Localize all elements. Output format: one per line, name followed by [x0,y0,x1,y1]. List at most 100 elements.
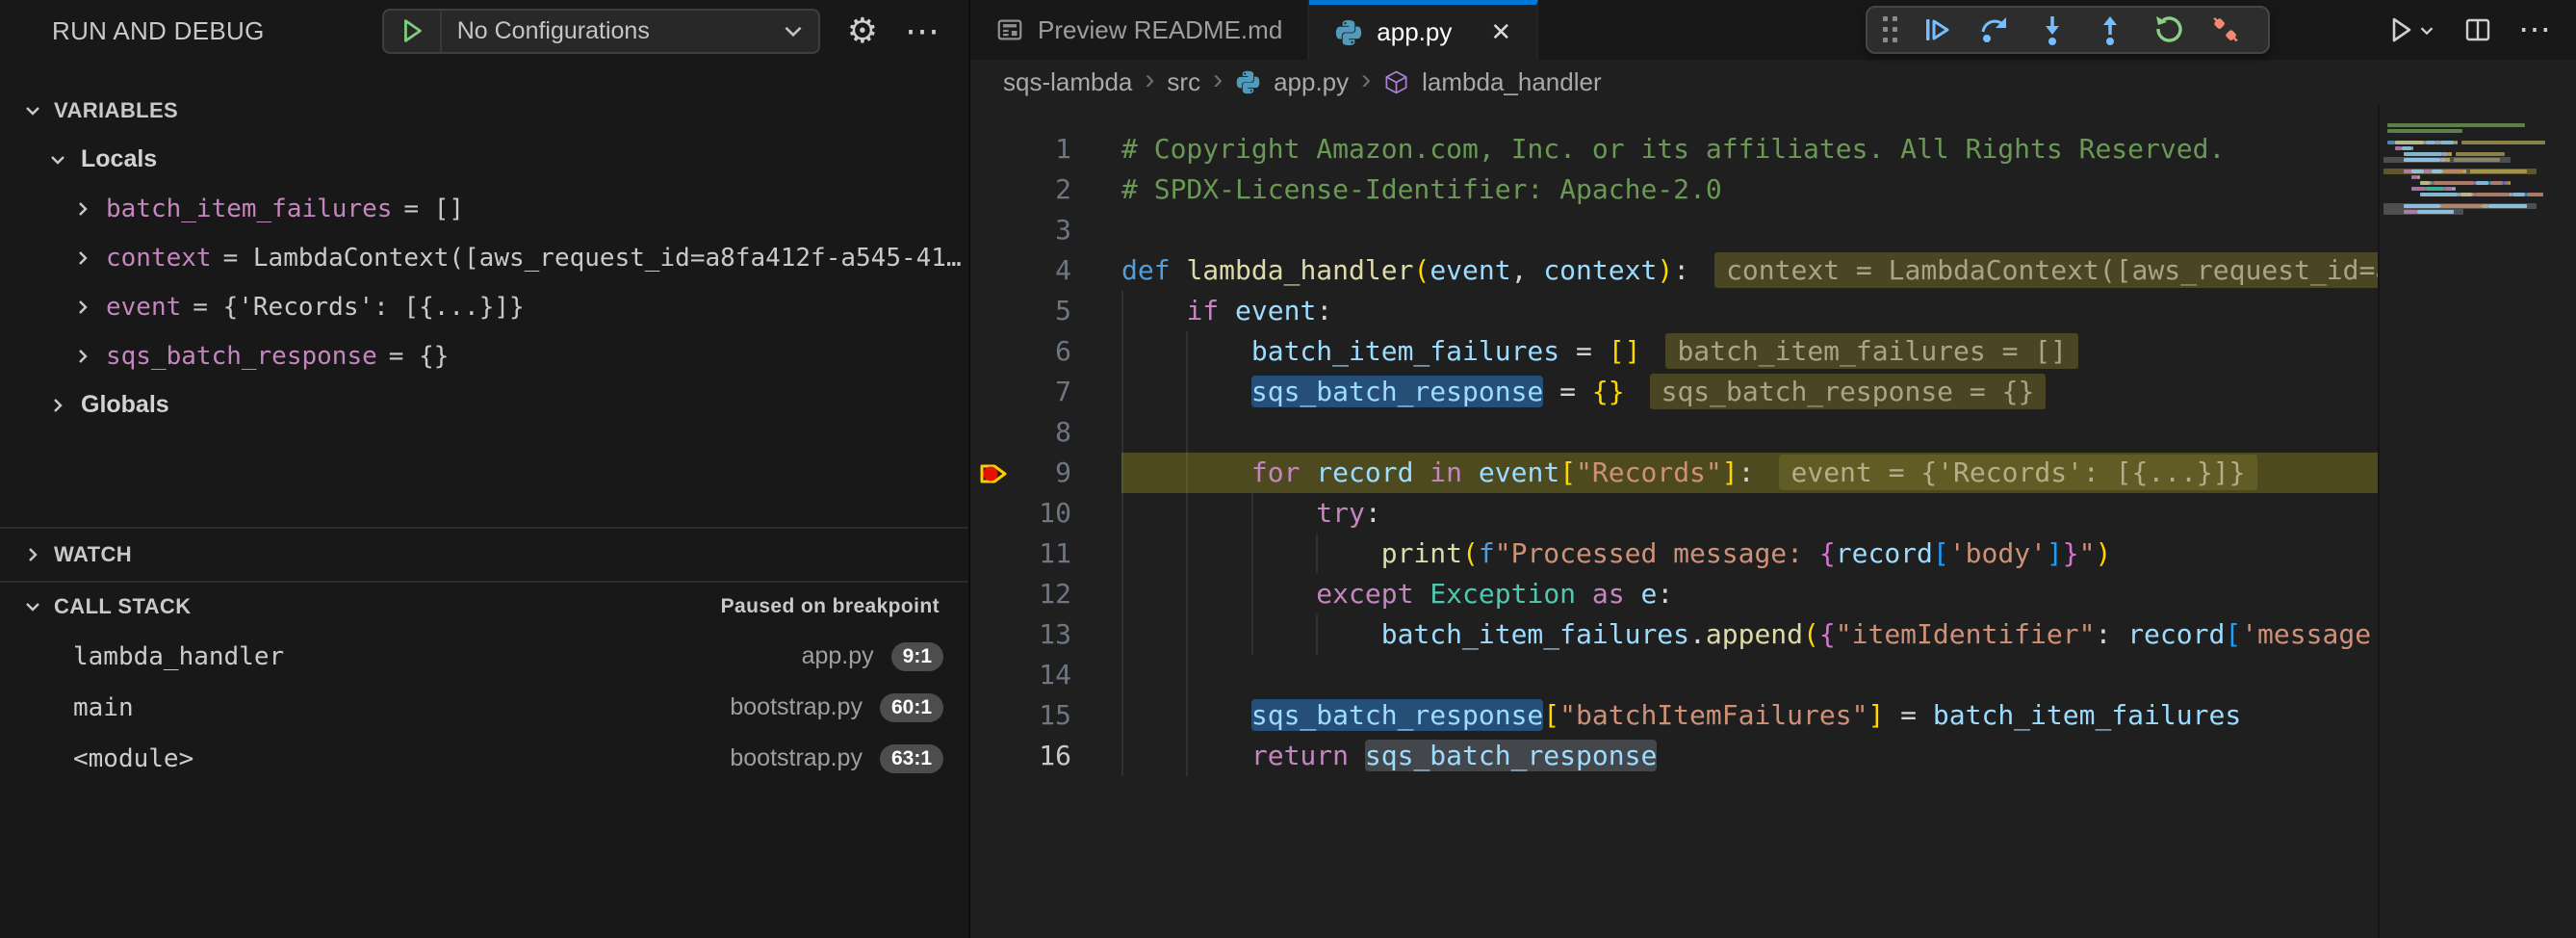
step-over-button[interactable] [1966,8,2023,52]
code-line[interactable]: batch_item_failures = []batch_item_failu… [1121,331,2576,372]
code-token: : [1365,497,1381,529]
code-line[interactable]: # Copyright Amazon.com, Inc. or its affi… [1121,129,2576,169]
gear-icon[interactable]: ⚙ [847,13,878,48]
code-line[interactable]: print(f"Processed message: {record['body… [1121,534,2576,574]
variable-row[interactable]: batch_item_failures= [] [0,184,968,233]
code-line[interactable]: except Exception as e: [1121,574,2576,614]
watch-header[interactable]: WATCH [0,531,968,579]
code-line[interactable] [1121,210,2576,250]
code-token: append [1706,618,1803,650]
frame-file: bootstrap.py [730,693,863,721]
code-line[interactable]: # SPDX-License-Identifier: Apache-2.0 [1121,169,2576,210]
line-number[interactable]: 9 [970,453,1121,493]
variables-header[interactable]: VARIABLES [0,87,968,135]
line-number[interactable]: 10 [970,493,1121,534]
code-token: 'message [2241,618,2371,650]
restart-button[interactable] [2139,8,2197,52]
run-python-file-button[interactable] [2378,14,2445,45]
call-stack-frame[interactable]: lambda_handlerapp.py9:1 [0,631,968,682]
more-actions-icon[interactable]: ⋯ [905,13,940,48]
call-stack-frame[interactable]: mainbootstrap.py60:1 [0,682,968,733]
locals-scope-row[interactable]: Locals [0,135,968,184]
code-line[interactable]: batch_item_failures.append({"itemIdentif… [1121,614,2576,655]
line-number[interactable]: 4 [970,250,1121,291]
frame-name: <module> [73,744,712,773]
call-stack-section: CALL STACK Paused on breakpoint lambda_h… [0,583,968,938]
breadcrumb-item-folder[interactable]: sqs-lambda [1003,67,1132,97]
indent-guide [1121,655,1123,695]
code-token: ( [1803,618,1819,650]
code-line[interactable]: return sqs_batch_response [1121,736,2576,776]
code-token: if [1186,295,1235,326]
call-stack-header[interactable]: CALL STACK Paused on breakpoint [0,583,968,631]
tab-preview-readme[interactable]: Preview README.md [970,0,1309,60]
code-token: [ [1559,456,1576,488]
code-line[interactable] [1121,412,2576,453]
code-line[interactable]: sqs_batch_response = {}sqs_batch_respons… [1121,372,2576,412]
start-debug-button[interactable] [384,11,442,52]
code-line[interactable]: sqs_batch_response["batchItemFailures"] … [1121,695,2576,736]
minimap-line [2387,123,2576,127]
variable-row[interactable]: sqs_batch_response= {} [0,331,968,380]
minimap[interactable] [2378,104,2576,938]
code-line[interactable]: try: [1121,493,2576,534]
line-number[interactable]: 1 [970,129,1121,169]
line-number[interactable]: 3 [970,210,1121,250]
step-out-button[interactable] [2081,8,2139,52]
line-number[interactable]: 16 [970,736,1121,776]
minimap-token [2490,181,2503,185]
line-number[interactable]: 5 [970,291,1121,331]
line-number[interactable]: 15 [970,695,1121,736]
breadcrumb-item-folder[interactable]: src [1167,67,1200,97]
indent-spaces [1121,295,1186,326]
code-token: as [1576,578,1640,610]
breadcrumb-item-symbol[interactable]: lambda_handler [1422,67,1601,97]
minimap-token [2435,141,2439,144]
line-number[interactable]: 13 [970,614,1121,655]
globals-scope-row[interactable]: Globals [0,380,968,430]
tab-app-py[interactable]: app.py ✕ [1309,0,1538,60]
debug-configuration-dropdown[interactable]: No Configurations [382,9,820,54]
close-icon[interactable]: ✕ [1490,17,1511,47]
code-token: {} [1592,376,1625,407]
continue-button[interactable] [1908,8,1966,52]
split-editor-button[interactable] [2455,14,2501,45]
line-number[interactable]: 14 [970,655,1121,695]
call-stack-frames: lambda_handlerapp.py9:1mainbootstrap.py6… [0,631,968,784]
step-into-button[interactable] [2023,8,2081,52]
symbol-method-icon [1383,69,1409,95]
variable-row[interactable]: context= LambdaContext([aws_request_id=a… [0,233,968,282]
code-line[interactable]: for record in event["Records"]:event = {… [1121,453,2576,493]
step-out-icon [2094,13,2126,46]
line-number[interactable]: 11 [970,534,1121,574]
tab-bar: Preview README.md app.py ✕ [970,0,2576,60]
line-number[interactable]: 7 [970,372,1121,412]
inline-debug-value: sqs_batch_response = {} [1650,374,2047,409]
minimap-token [2395,141,2423,144]
breadcrumb-item-file[interactable]: app.py [1274,67,1349,97]
call-stack-frame[interactable]: <module>bootstrap.py63:1 [0,733,968,784]
line-number[interactable]: 2 [970,169,1121,210]
minimap-token [2527,193,2543,196]
minimap-token [2387,129,2462,133]
line-number[interactable]: 12 [970,574,1121,614]
code-line[interactable]: def lambda_handler(event, context):conte… [1121,250,2576,291]
toolbar-drag-handle[interactable] [1883,16,1898,43]
indent-guide [1121,614,1123,655]
indent-guide [1251,534,1253,574]
disconnect-button[interactable] [2197,8,2254,52]
more-actions-icon[interactable]: ⋯ [2511,11,2559,49]
line-number[interactable]: 8 [970,412,1121,453]
variables-section: VARIABLES Locals batch_item_failures= []… [0,62,968,527]
line-number[interactable]: 6 [970,331,1121,372]
indent-guide [1121,534,1123,574]
code-line[interactable] [1121,655,2576,695]
code-token: lambda_handler [1186,254,1413,286]
frame-file: bootstrap.py [730,744,863,772]
minimap-token [2454,187,2456,191]
minimap-indent [2387,193,2420,196]
chevron-right-icon: › [1213,65,1223,94]
variable-row[interactable]: event= {'Records': [{...}]} [0,282,968,331]
code-line[interactable]: if event: [1121,291,2576,331]
indent-guide [1186,655,1188,695]
